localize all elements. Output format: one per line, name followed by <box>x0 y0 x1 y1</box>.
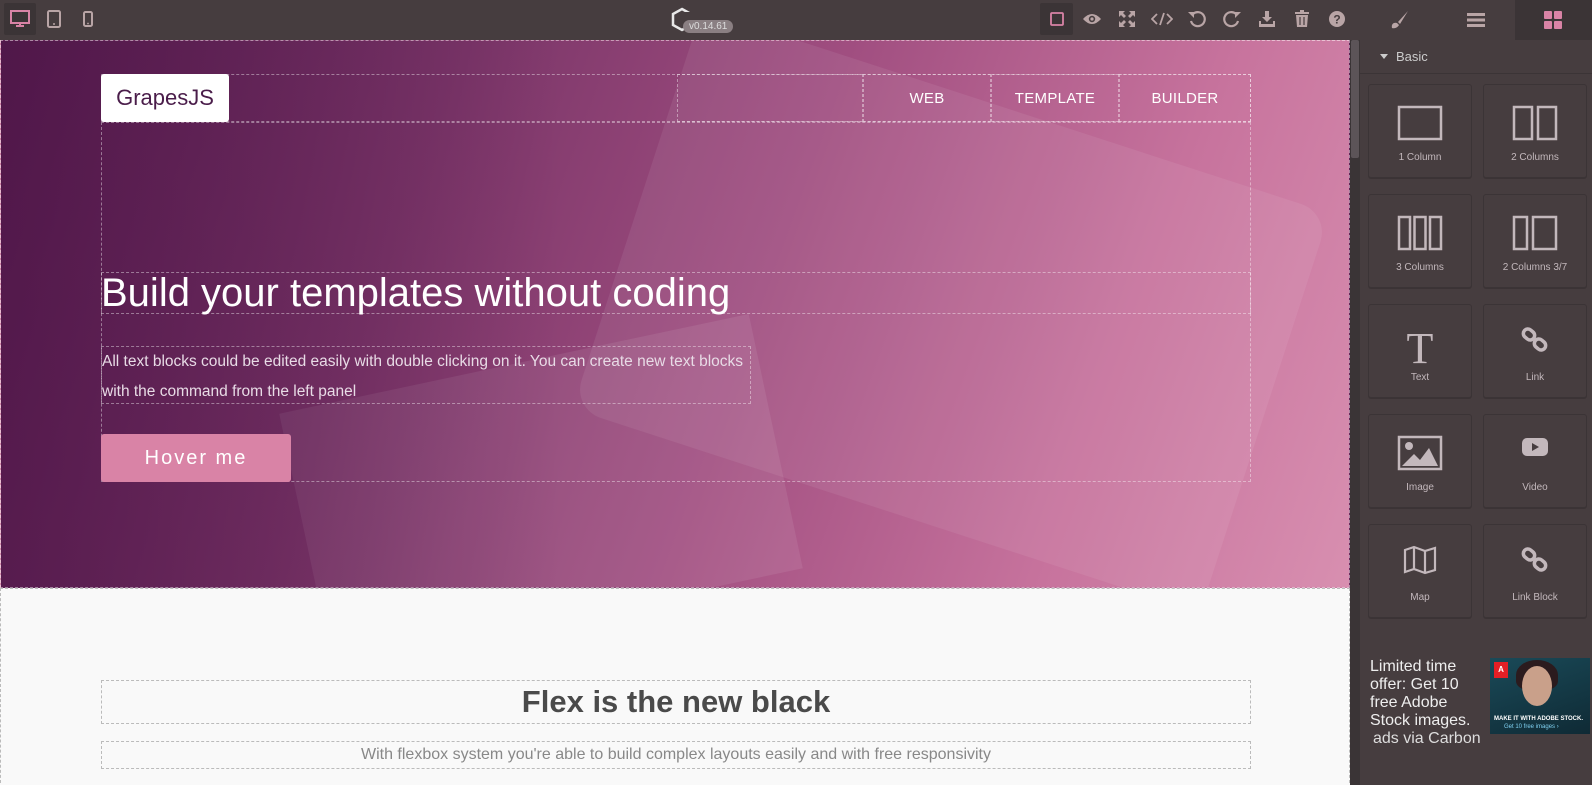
ad-image-cta: Get 10 free images › <box>1504 724 1559 730</box>
link-block-icon <box>1484 545 1586 575</box>
blocks-button[interactable] <box>1514 0 1592 40</box>
options-panel: ? <box>1040 3 1353 35</box>
block-label: 2 Columns <box>1511 152 1559 163</box>
eye-icon <box>1082 14 1101 24</box>
video-icon <box>1484 435 1586 459</box>
paint-brush-icon <box>1391 11 1408 29</box>
ad-text[interactable]: Limited time offer: Get 10 free Adobe St… <box>1370 658 1485 730</box>
bars-icon <box>1466 13 1485 27</box>
block-2-columns[interactable]: 2 Columns <box>1483 84 1587 178</box>
desktop-device-button[interactable] <box>4 3 36 35</box>
block-category-basic[interactable]: Basic <box>1360 40 1592 74</box>
ad-credit[interactable]: ads via Carbon <box>1373 730 1481 748</box>
block-1-column[interactable]: 1 Column <box>1368 84 1472 178</box>
ad-image-tagline: MAKE IT WITH ADOBE STOCK. <box>1494 716 1583 722</box>
hero-section[interactable]: GrapesJS WEB TEMPLATE BUILDER Build your… <box>0 40 1350 588</box>
code-icon <box>1150 12 1173 26</box>
fullscreen-button[interactable] <box>1110 3 1143 35</box>
block-label: Image <box>1406 482 1434 493</box>
redo-icon <box>1222 11 1241 28</box>
map-icon <box>1369 545 1471 575</box>
block-label: 3 Columns <box>1396 262 1444 273</box>
flex-section-subtitle[interactable]: With flexbox system you're able to build… <box>101 741 1251 769</box>
nav-item-web[interactable]: WEB <box>863 74 991 122</box>
preview-button[interactable] <box>1075 3 1108 35</box>
hover-me-button[interactable]: Hover me <box>101 434 291 482</box>
block-label: Link Block <box>1512 592 1558 603</box>
layer-manager-button[interactable] <box>1437 0 1514 40</box>
two-columns-icon <box>1484 105 1586 141</box>
flex-section-title[interactable]: Flex is the new black <box>101 680 1251 724</box>
block-link-block[interactable]: Link Block <box>1483 524 1587 618</box>
help-button[interactable]: ? <box>1320 3 1353 35</box>
caret-down-icon <box>1380 54 1388 59</box>
trash-icon <box>1294 10 1309 27</box>
two-columns-3-7-icon <box>1484 215 1586 251</box>
block-category-label: Basic <box>1396 49 1428 64</box>
ad-image-face <box>1522 666 1552 706</box>
block-label: Video <box>1522 482 1548 493</box>
expand-arrows-icon <box>1118 11 1135 27</box>
version-badge: v0.14.61 <box>683 20 734 33</box>
nav-item-builder[interactable]: BUILDER <box>1119 74 1251 122</box>
block-label: 1 Column <box>1398 152 1442 163</box>
svg-text:?: ? <box>1333 13 1340 27</box>
block-label: Text <box>1410 372 1430 383</box>
device-switcher <box>4 3 104 35</box>
brand-logo[interactable]: GrapesJS <box>101 74 229 122</box>
block-image[interactable]: Image <box>1368 414 1472 508</box>
undo-icon <box>1187 11 1206 28</box>
import-button[interactable] <box>1250 3 1283 35</box>
block-link[interactable]: Link <box>1483 304 1587 398</box>
canvas-scrollbar-thumb[interactable] <box>1351 40 1359 158</box>
block-3-columns[interactable]: 3 Columns <box>1368 194 1472 288</box>
top-toolbar <box>0 0 1592 40</box>
style-manager-button[interactable] <box>1360 0 1437 40</box>
export-code-button[interactable] <box>1145 3 1178 35</box>
desktop-icon <box>10 10 30 27</box>
block-label: 2 Columns 3/7 <box>1502 262 1568 273</box>
clear-canvas-button[interactable] <box>1285 3 1318 35</box>
block-text[interactable]: T Text <box>1368 304 1472 398</box>
undo-button[interactable] <box>1180 3 1213 35</box>
blocks-grid-icon <box>1544 11 1563 29</box>
link-icon <box>1484 325 1586 355</box>
editor-canvas[interactable]: GrapesJS WEB TEMPLATE BUILDER Build your… <box>0 40 1360 785</box>
block-label: Link <box>1525 372 1545 383</box>
sw-visibility-button[interactable] <box>1040 3 1073 35</box>
image-icon <box>1369 435 1471 471</box>
adobe-logo-icon: A <box>1494 662 1508 678</box>
redo-button[interactable] <box>1215 3 1248 35</box>
square-outline-icon <box>1049 12 1064 26</box>
download-icon <box>1258 11 1275 27</box>
tablet-device-button[interactable] <box>38 3 70 35</box>
svg-text:T: T <box>1407 325 1434 367</box>
three-columns-icon <box>1369 215 1471 251</box>
block-label: Map <box>1410 592 1430 603</box>
hero-title[interactable]: Build your templates without coding <box>101 271 730 315</box>
views-panel <box>1360 0 1592 40</box>
nav-spacer[interactable] <box>677 74 863 122</box>
tablet-icon <box>47 10 61 28</box>
question-circle-icon: ? <box>1328 11 1345 27</box>
block-map[interactable]: Map <box>1368 524 1472 618</box>
text-icon: T <box>1369 325 1471 367</box>
nav-item-template[interactable]: TEMPLATE <box>991 74 1119 122</box>
block-video[interactable]: Video <box>1483 414 1587 508</box>
ad-image[interactable]: A MAKE IT WITH ADOBE STOCK. Get 10 free … <box>1490 658 1590 734</box>
block-2-columns-3-7[interactable]: 2 Columns 3/7 <box>1483 194 1587 288</box>
mobile-icon <box>83 11 93 27</box>
one-column-icon <box>1369 105 1471 141</box>
hero-text[interactable]: All text blocks could be edited easily w… <box>101 346 751 404</box>
mobile-device-button[interactable] <box>72 3 104 35</box>
